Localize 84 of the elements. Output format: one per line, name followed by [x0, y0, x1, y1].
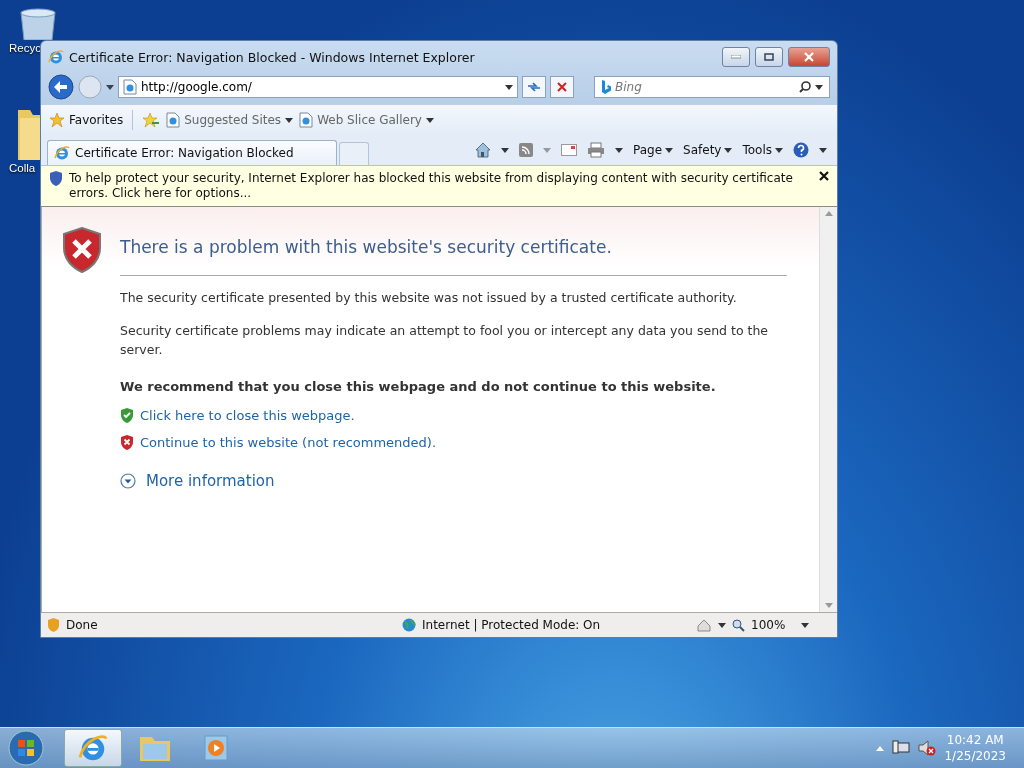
network-icon[interactable]	[892, 740, 911, 756]
zoom-level[interactable]: 100%	[751, 618, 795, 632]
caret-icon	[615, 147, 623, 153]
star-icon	[49, 112, 65, 128]
menu-button[interactable]: Safety	[683, 143, 733, 157]
recommendation-text: We recommend that you close this webpage and do not continue to this website.	[120, 379, 717, 394]
favorites-link[interactable]: Suggested Sites	[166, 112, 294, 128]
address-field[interactable]: http://google.com/	[118, 76, 518, 98]
more-information-link[interactable]: More information	[146, 472, 275, 490]
page-link[interactable]: Click here to close this webpage.	[140, 408, 355, 423]
caret-icon	[106, 84, 114, 90]
error-heading: There is a problem with this website's security certificate.	[120, 237, 787, 276]
refresh-button[interactable]	[522, 76, 546, 98]
refresh-arrows-icon	[527, 81, 541, 93]
printer-icon[interactable]	[587, 142, 605, 158]
folder-icon	[18, 110, 40, 160]
menu-button[interactable]: Page	[633, 143, 674, 157]
caret-icon	[801, 622, 809, 628]
expand-icon[interactable]	[120, 473, 136, 489]
globe-icon	[402, 618, 416, 632]
check-shield-icon	[120, 408, 134, 423]
zone-text: Internet | Protected Mode: On	[422, 618, 602, 632]
caret-icon	[665, 147, 674, 153]
search-icon	[799, 81, 811, 93]
page-icon	[166, 112, 181, 128]
close-button[interactable]	[788, 47, 830, 67]
caret-icon	[724, 147, 733, 153]
page-link[interactable]: Continue to this website (not recommended).	[140, 435, 437, 450]
menu-button[interactable]: Tools	[742, 143, 783, 157]
caret-icon	[501, 147, 509, 153]
help-icon[interactable]	[793, 142, 809, 158]
stop-button[interactable]	[550, 76, 574, 98]
add-favorite-icon[interactable]	[142, 112, 161, 128]
caret-icon	[543, 147, 551, 153]
caret-icon	[718, 622, 726, 628]
caret-icon	[425, 117, 434, 123]
caret-icon	[505, 84, 513, 90]
minimize-icon	[731, 55, 741, 59]
scroll-down-icon[interactable]	[824, 603, 833, 608]
caret-icon	[819, 147, 827, 153]
desktop-icon-label[interactable]: Recyc	[9, 42, 41, 54]
folder-icon	[139, 734, 171, 762]
window-title: Certificate Error: Navigation Blocked - Windows Internet Explorer	[69, 49, 476, 65]
close-icon	[804, 52, 814, 62]
information-bar[interactable]: To help protect your security, Internet Explorer has blocked this website from displaying content with security certificate errors. Click here for options...	[41, 165, 837, 207]
maximize-button[interactable]	[755, 47, 783, 67]
mail-icon[interactable]	[561, 144, 577, 156]
security-icon[interactable]	[696, 618, 712, 632]
media-player-icon	[204, 734, 230, 762]
favorites-link[interactable]: Web Slice Gallery	[299, 112, 434, 128]
browser-icon	[54, 145, 70, 161]
back-button[interactable]	[48, 74, 74, 100]
stop-x-icon	[557, 82, 567, 92]
shield-icon	[47, 618, 60, 632]
recycle-bin-icon	[20, 8, 56, 40]
browser-tab[interactable]: Certificate Error: Navigation Blocked	[47, 140, 337, 165]
bing-logo-icon	[601, 80, 611, 94]
feed-icon[interactable]	[519, 143, 533, 157]
scroll-up-icon[interactable]	[824, 211, 833, 216]
maximize-icon	[764, 53, 774, 61]
paragraph: Security certificate problems may indicate an attempt to fool you or intercept any data you send to the server.	[120, 322, 770, 359]
caret-icon	[775, 147, 783, 153]
close-icon[interactable]	[819, 171, 829, 181]
zoom-icon	[732, 618, 745, 632]
browser-icon	[48, 49, 64, 65]
page-icon	[299, 112, 314, 128]
browser-icon	[78, 733, 108, 763]
minimize-button[interactable]	[722, 47, 750, 67]
x-shield-icon	[120, 435, 134, 450]
status-text: Done	[66, 618, 99, 632]
error-shield-icon	[62, 227, 102, 273]
muted-speaker-icon[interactable]	[918, 740, 937, 756]
favorites-button[interactable]: Favorites	[49, 112, 124, 128]
start-button[interactable]	[6, 729, 46, 767]
search-field[interactable]: Bing	[594, 76, 830, 98]
show-hidden-icons-button[interactable]	[876, 745, 885, 751]
shield-icon	[49, 171, 63, 186]
desktop-icon-label[interactable]: Colla	[9, 162, 36, 174]
taskbar-button[interactable]	[64, 729, 122, 767]
paragraph: The security certificate presented by this website was not issued by a trusted certificate authority.	[120, 289, 738, 307]
caret-icon	[815, 84, 823, 90]
page-icon	[123, 79, 137, 95]
home-icon[interactable]	[475, 142, 491, 158]
caret-icon	[285, 117, 294, 123]
